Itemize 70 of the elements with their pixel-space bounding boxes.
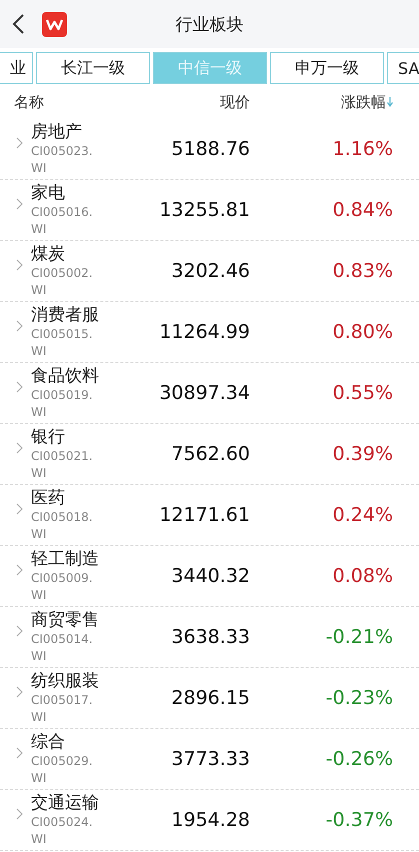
chevron-icon[interactable] bbox=[16, 381, 23, 393]
sector-name: 消费者服 bbox=[31, 304, 99, 326]
chevron-icon[interactable] bbox=[16, 442, 23, 454]
price: 3440.32 bbox=[171, 565, 250, 587]
chevron-icon[interactable] bbox=[16, 808, 23, 820]
change-percent: 1.16% bbox=[332, 138, 393, 160]
sort-arrow-icon[interactable] bbox=[387, 96, 393, 106]
chevron-icon[interactable] bbox=[16, 259, 23, 271]
sector-code: CI005024.WI bbox=[31, 814, 94, 848]
sector-name: 轻工制造 bbox=[31, 548, 99, 570]
sector-code: CI005014.WI bbox=[31, 631, 94, 665]
change-percent: 0.08% bbox=[332, 565, 393, 587]
price: 3773.33 bbox=[171, 748, 250, 770]
sector-name: 综合 bbox=[31, 731, 65, 753]
chevron-icon[interactable] bbox=[16, 137, 23, 149]
sector-code: CI005018.WI bbox=[31, 509, 94, 543]
tab[interactable]: 长江一级 bbox=[36, 52, 150, 84]
sector-name: 纺织服装 bbox=[31, 670, 99, 692]
sector-name: 家电 bbox=[31, 182, 65, 204]
column-header[interactable]: 涨跌幅 bbox=[341, 92, 386, 110]
chevron-icon[interactable] bbox=[16, 198, 23, 210]
price: 5188.76 bbox=[171, 138, 250, 160]
sector-name: 房地产 bbox=[31, 121, 82, 143]
price: 1954.28 bbox=[171, 809, 250, 831]
logo-icon bbox=[42, 12, 67, 36]
tab[interactable]: 申万一级 bbox=[270, 52, 384, 84]
chevron-icon[interactable] bbox=[16, 747, 23, 759]
price: 11264.99 bbox=[159, 321, 250, 343]
change-percent: 0.80% bbox=[332, 321, 393, 343]
sector-code: CI005021.WI bbox=[31, 448, 94, 482]
sector-code: CI005023.WI bbox=[31, 143, 94, 177]
price: 13255.81 bbox=[159, 199, 250, 221]
sector-code: CI005016.WI bbox=[31, 204, 94, 238]
chevron-icon[interactable] bbox=[16, 686, 23, 698]
chevron-icon[interactable] bbox=[16, 320, 23, 332]
tab[interactable]: SA bbox=[387, 52, 419, 84]
chevron-icon[interactable] bbox=[16, 503, 23, 515]
price: 3202.46 bbox=[171, 260, 250, 282]
change-percent: 0.84% bbox=[332, 199, 393, 221]
sector-name: 交通运输 bbox=[31, 792, 99, 814]
change-percent: 0.83% bbox=[332, 260, 393, 282]
change-percent: -0.26% bbox=[326, 748, 393, 770]
change-percent: -0.21% bbox=[326, 626, 393, 648]
price: 3638.33 bbox=[171, 626, 250, 648]
sector-code: CI005009.WI bbox=[31, 570, 94, 604]
price: 2896.15 bbox=[171, 687, 250, 709]
column-header: 现价 bbox=[219, 92, 250, 112]
sector-code: CI005029.WI bbox=[31, 753, 94, 787]
sector-code: CI005019.WI bbox=[31, 387, 94, 421]
sector-name: 医药 bbox=[31, 487, 65, 509]
sector-name: 煤炭 bbox=[31, 243, 65, 265]
sector-name: 银行 bbox=[31, 426, 65, 448]
price: 7562.60 bbox=[171, 443, 250, 465]
change-percent: -0.37% bbox=[326, 809, 393, 831]
sector-code: CI005002.WI bbox=[31, 265, 94, 299]
change-percent: -0.23% bbox=[326, 687, 393, 709]
price: 30897.34 bbox=[159, 382, 250, 404]
sector-name: 商贸零售 bbox=[31, 609, 99, 631]
sector-code: CI005017.WI bbox=[31, 692, 94, 726]
chevron-icon[interactable] bbox=[16, 564, 23, 576]
change-percent: 0.24% bbox=[332, 504, 393, 526]
tab[interactable]: 业 bbox=[0, 52, 33, 84]
sector-name: 食品饮料 bbox=[31, 365, 99, 387]
page-title: 行业板块 bbox=[176, 14, 244, 34]
sector-code: CI005015.WI bbox=[31, 326, 94, 360]
column-header: 名称 bbox=[14, 92, 45, 112]
price: 12171.61 bbox=[159, 504, 250, 526]
change-percent: 0.39% bbox=[332, 443, 393, 465]
chevron-icon[interactable] bbox=[16, 625, 23, 637]
change-percent: 0.55% bbox=[332, 382, 393, 404]
